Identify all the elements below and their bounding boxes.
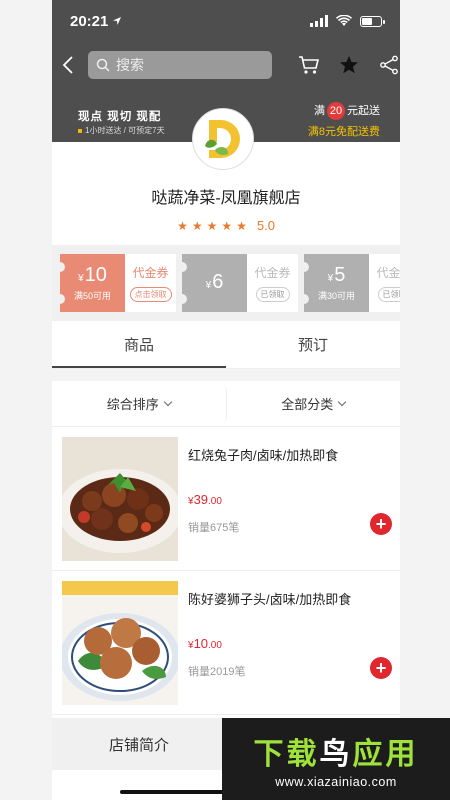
back-icon[interactable] xyxy=(62,50,74,80)
add-to-cart-button[interactable]: + xyxy=(370,657,392,679)
plus-icon: + xyxy=(375,658,387,678)
product-sales: 销量2019笔 xyxy=(188,666,246,678)
price-decimal: .00 xyxy=(208,640,222,651)
service-tags: 现点 现切 现配 xyxy=(78,111,162,123)
share-icon[interactable] xyxy=(378,54,400,76)
shop-logo xyxy=(192,108,254,170)
filter-bar: 综合排序 全部分类 xyxy=(52,381,400,427)
status-time: 20:21 xyxy=(70,12,109,30)
free-shipping-text: 满8元免配送费 xyxy=(307,126,380,138)
cart-icon[interactable] xyxy=(298,54,320,76)
price-integer: 10 xyxy=(193,636,209,651)
sort-dropdown[interactable]: 综合排序 xyxy=(52,394,226,413)
product-title: 陈好婆狮子头/卤味/加热即食 xyxy=(188,592,352,607)
sort-label: 综合排序 xyxy=(106,397,159,412)
min-order-suffix: 元起送 xyxy=(347,105,380,117)
wifi-icon xyxy=(336,15,352,26)
chevron-down-icon xyxy=(163,397,172,406)
coupon-card[interactable]: ¥5 满30可用 代金券已领取 xyxy=(299,254,400,312)
coupon-condition: 满30可用 xyxy=(317,291,355,301)
watermark-logo: 下载鸟应用 www.xiazainiao.com xyxy=(222,718,450,800)
min-order-prefix: 满 xyxy=(314,105,325,117)
coupon-currency: ¥ xyxy=(205,279,212,291)
coupon-card[interactable]: ¥10 满50可用 代金券点击领取 xyxy=(55,254,176,312)
favorite-star-icon[interactable] xyxy=(338,54,360,76)
claim-coupon-button[interactable]: 点击领取 xyxy=(129,287,172,302)
shop-name: 哒蔬净菜-凤凰旗舰店 xyxy=(151,190,301,207)
product-item[interactable]: 红烧兔子肉/卤味/加热即食 ¥39.00 销量675笔 + xyxy=(52,427,400,571)
product-item[interactable]: 陈好婆狮子头/卤味/加热即食 ¥10.00 销量2019笔 + xyxy=(52,571,400,715)
coupon-card[interactable]: ¥6 代金券已领取 xyxy=(177,254,298,312)
watermark-brand-a: 下载 xyxy=(253,738,320,771)
coupon-type: 代金券 xyxy=(132,266,169,280)
search-placeholder: 搜索 xyxy=(116,57,144,73)
location-arrow-icon xyxy=(113,17,122,25)
coupon-amount: 6 xyxy=(212,270,224,293)
product-image xyxy=(62,437,178,561)
coupon-amount: 5 xyxy=(334,264,346,286)
product-title: 红烧兔子肉/卤味/加热即食 xyxy=(188,448,339,463)
coupon-currency: ¥ xyxy=(78,273,84,284)
tab-reservation[interactable]: 预订 xyxy=(226,321,400,368)
shop-rating: ★★★★★ 5.0 xyxy=(52,218,400,233)
signal-icon xyxy=(310,15,328,27)
app-screen: 20:21 搜索 现点 现切 现配 1小时送达 / 可预定7天 满 20 元起送… xyxy=(52,0,400,800)
coupon-claimed-label: 已领取 xyxy=(255,287,290,302)
product-price: ¥39.00 xyxy=(188,492,390,507)
coupon-list: ¥10 满50可用 代金券点击领取 ¥6 代金券已领取 ¥5 满30可用 代金券已领… xyxy=(52,245,400,321)
watermark-brand-c: 应用 xyxy=(352,738,419,771)
product-image xyxy=(62,581,178,705)
min-order-badge: 20 xyxy=(327,102,345,120)
product-sales: 销量675笔 xyxy=(188,522,240,534)
service-subtext: 1小时送达 / 可预定7天 xyxy=(85,126,165,135)
nav-bar: 搜索 xyxy=(52,42,400,88)
rating-value: 5.0 xyxy=(256,218,275,233)
delivery-info: 满 20 元起送 满8元免配送费 xyxy=(308,102,380,139)
status-bar: 20:21 xyxy=(52,0,400,42)
coupon-condition: 满50可用 xyxy=(73,291,111,301)
search-input[interactable]: 搜索 xyxy=(88,51,272,79)
category-label: 全部分类 xyxy=(281,397,334,412)
battery-icon xyxy=(360,15,385,27)
coupon-type: 代金券 xyxy=(376,266,400,280)
watermark-brand-b: 鸟 xyxy=(319,738,353,771)
category-dropdown[interactable]: 全部分类 xyxy=(225,388,401,419)
coupon-amount: 10 xyxy=(84,264,107,286)
shop-intro-tab[interactable]: 店铺简介 xyxy=(52,734,226,755)
plus-icon: + xyxy=(375,514,387,534)
price-integer: 39 xyxy=(193,492,209,507)
chevron-down-icon xyxy=(338,397,347,406)
tab-products[interactable]: 商品 xyxy=(52,321,226,368)
coupon-currency: ¥ xyxy=(327,273,334,284)
add-to-cart-button[interactable]: + xyxy=(370,513,392,535)
search-icon xyxy=(96,58,110,72)
product-price: ¥10.00 xyxy=(188,636,390,651)
coupon-claimed-label: 已领取 xyxy=(377,287,400,302)
price-decimal: .00 xyxy=(208,496,222,507)
coupon-type: 代金券 xyxy=(254,266,291,280)
watermark-url: www.xiazainiao.com xyxy=(275,775,397,789)
rating-stars-icon: ★★★★★ xyxy=(177,218,251,233)
tab-bar: 商品 预订 xyxy=(52,321,400,369)
